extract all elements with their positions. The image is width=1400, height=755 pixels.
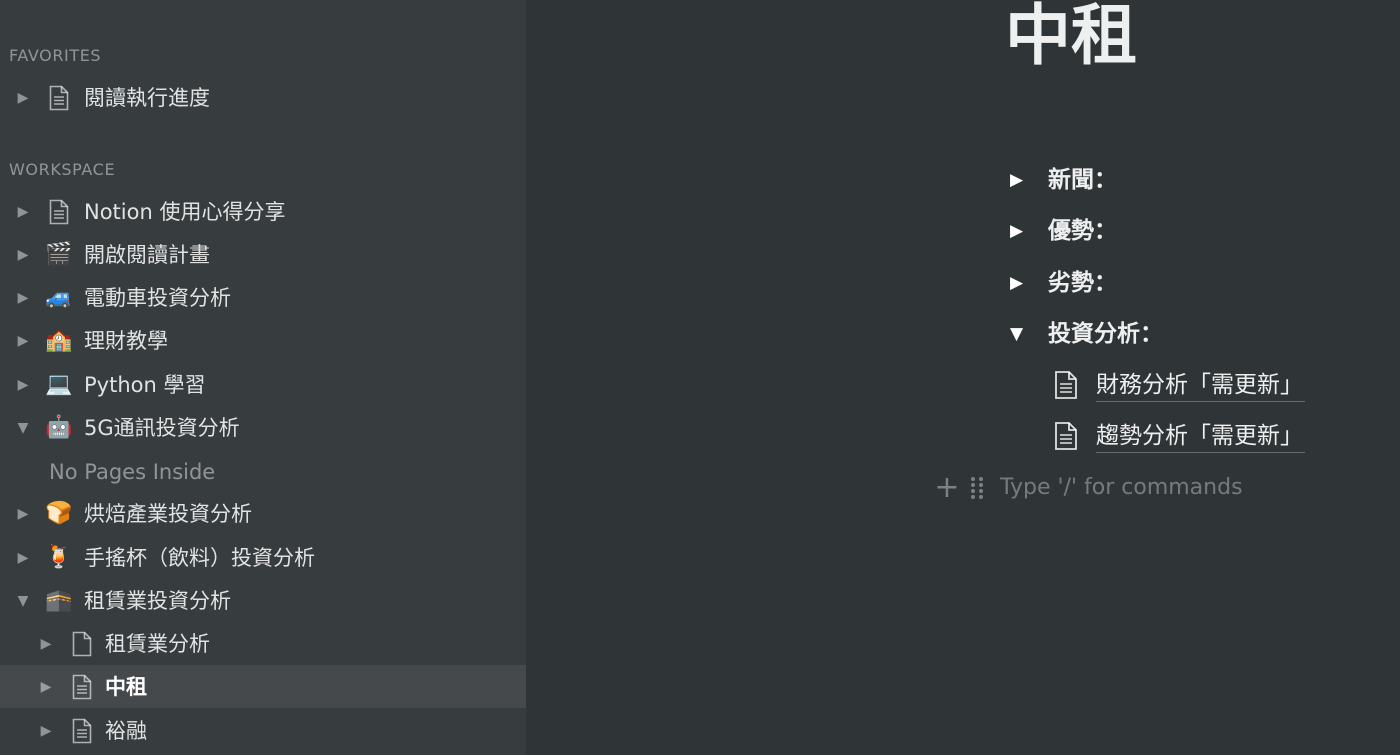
sidebar-item-label: 電動車投資分析 [84, 285, 231, 310]
new-block-row[interactable]: + Type '/' for commands [934, 472, 1243, 504]
no-pages-inside-note: No Pages Inside [49, 460, 216, 484]
sidebar-item-python-learning[interactable]: ▶ 💻 Python 學習 [0, 363, 526, 406]
toggle-arrow-right-icon[interactable]: ▶ [1010, 221, 1030, 241]
toggle-arrow-right-icon[interactable]: ▶ [39, 634, 53, 654]
sidebar-item-ev-analysis[interactable]: ▶ 🚙 電動車投資分析 [0, 276, 526, 319]
subpage-link-label[interactable]: 財務分析「需更新」 [1096, 369, 1305, 402]
add-block-icon[interactable]: + [934, 473, 960, 503]
robot-icon: 🤖 [45, 414, 73, 440]
page-icon [45, 84, 73, 112]
sidebar-item-bakery-analysis[interactable]: ▶ 🍞 烘焙產業投資分析 [0, 492, 526, 535]
toggle-arrow-right-icon[interactable]: ▶ [16, 375, 30, 395]
toggle-arrow-right-icon[interactable]: ▶ [16, 245, 30, 265]
laptop-icon: 💻 [45, 371, 73, 397]
clapper-board-icon: 🎬 [45, 241, 73, 267]
toggle-label[interactable]: 優勢： [1048, 216, 1117, 246]
toggle-arrow-right-icon[interactable]: ▶ [16, 331, 30, 351]
toggle-arrow-right-icon[interactable]: ▶ [39, 721, 53, 741]
subpage-link-trend-analysis[interactable]: 趨勢分析「需更新」 [1054, 416, 1305, 456]
sidebar-item-label: 開啟閱讀計畫 [84, 242, 210, 267]
sidebar-item-reading-plan[interactable]: ▶ 🎬 開啟閱讀計畫 [0, 233, 526, 276]
page-icon [45, 198, 73, 226]
toggle-block-investment-analysis[interactable]: ▼ 投資分析： [1010, 318, 1163, 350]
toggle-label[interactable]: 投資分析： [1048, 319, 1163, 349]
workspace-section-label: WORKSPACE [9, 160, 116, 179]
toggle-arrow-right-icon[interactable]: ▶ [1010, 273, 1030, 293]
toggle-arrow-right-icon[interactable]: ▶ [16, 548, 30, 568]
empty-page-icon [68, 630, 96, 658]
car-icon: 🚙 [45, 284, 73, 310]
sidebar-item-chailease[interactable]: ▶ 中租 [0, 665, 526, 708]
sidebar: FAVORITES ▶ 閱讀執行進度 WORKSPACE ▶ Notion 使用… [0, 0, 526, 755]
page-icon [68, 673, 96, 701]
toggle-arrow-right-icon[interactable]: ▶ [16, 288, 30, 308]
bread-icon: 🍞 [45, 500, 73, 526]
sidebar-item-label: 閱讀執行進度 [84, 85, 210, 110]
sidebar-item-5g-analysis[interactable]: ▼ 🤖 5G通訊投資分析 [0, 406, 526, 449]
drag-handle-icon[interactable] [970, 475, 984, 501]
sidebar-item-label: 5G通訊投資分析 [84, 415, 240, 440]
sidebar-item-reading-progress[interactable]: ▶ 閱讀執行進度 [0, 76, 526, 119]
sidebar-item-label: 中租 [105, 674, 147, 699]
page-content: 中租 ▶ 新聞： ▶ 優勢： ▶ 劣勢： ▼ 投資分析： 財務分析「需更新」 趨… [526, 0, 1400, 755]
sidebar-item-leasing-analysis[interactable]: ▼ 🕋 租賃業投資分析 [0, 579, 526, 622]
page-icon [1054, 421, 1080, 451]
sidebar-item-yulon-finance[interactable]: ▶ 裕融 [0, 709, 526, 752]
sidebar-item-label: 租賃業分析 [105, 631, 210, 656]
sidebar-item-leasing-industry[interactable]: ▶ 租賃業分析 [0, 622, 526, 665]
page-icon [68, 717, 96, 745]
subpage-link-financial-analysis[interactable]: 財務分析「需更新」 [1054, 365, 1305, 405]
sidebar-item-label: 理財教學 [84, 328, 168, 353]
toggle-arrow-right-icon[interactable]: ▶ [16, 504, 30, 524]
toggle-arrow-down-icon[interactable]: ▼ [1010, 324, 1030, 344]
toggle-arrow-down-icon[interactable]: ▼ [16, 418, 30, 438]
subpage-link-label[interactable]: 趨勢分析「需更新」 [1096, 420, 1305, 453]
page-icon [1054, 370, 1080, 400]
favorites-section-label: FAVORITES [9, 46, 102, 65]
toggle-arrow-right-icon[interactable]: ▶ [39, 677, 53, 697]
toggle-label[interactable]: 新聞： [1048, 165, 1117, 195]
sidebar-item-label: Python 學習 [84, 372, 206, 397]
tropical-drink-icon: 🍹 [45, 544, 73, 570]
kaaba-icon: 🕋 [45, 587, 73, 613]
sidebar-item-finance-teaching[interactable]: ▶ 🏫 理財教學 [0, 319, 526, 362]
page-title[interactable]: 中租 [1005, 0, 1137, 74]
toggle-block-strengths[interactable]: ▶ 優勢： [1010, 215, 1117, 247]
school-icon: 🏫 [45, 327, 73, 353]
toggle-label[interactable]: 劣勢： [1048, 268, 1117, 298]
toggle-block-news[interactable]: ▶ 新聞： [1010, 164, 1117, 196]
sidebar-item-label: Notion 使用心得分享 [84, 199, 286, 224]
toggle-arrow-down-icon[interactable]: ▼ [16, 591, 30, 611]
sidebar-item-label: 租賃業投資分析 [84, 588, 231, 613]
toggle-arrow-right-icon[interactable]: ▶ [16, 202, 30, 222]
sidebar-item-notion-sharing[interactable]: ▶ Notion 使用心得分享 [0, 190, 526, 233]
sidebar-item-label: 裕融 [105, 718, 147, 743]
toggle-arrow-right-icon[interactable]: ▶ [1010, 170, 1030, 190]
sidebar-item-beverage-analysis[interactable]: ▶ 🍹 手搖杯（飲料）投資分析 [0, 536, 526, 579]
command-placeholder[interactable]: Type '/' for commands [1000, 473, 1243, 503]
toggle-arrow-right-icon[interactable]: ▶ [16, 88, 30, 108]
toggle-block-weaknesses[interactable]: ▶ 劣勢： [1010, 267, 1117, 299]
sidebar-item-label: 手搖杯（飲料）投資分析 [84, 545, 315, 570]
sidebar-item-label: 烘焙產業投資分析 [84, 501, 252, 526]
